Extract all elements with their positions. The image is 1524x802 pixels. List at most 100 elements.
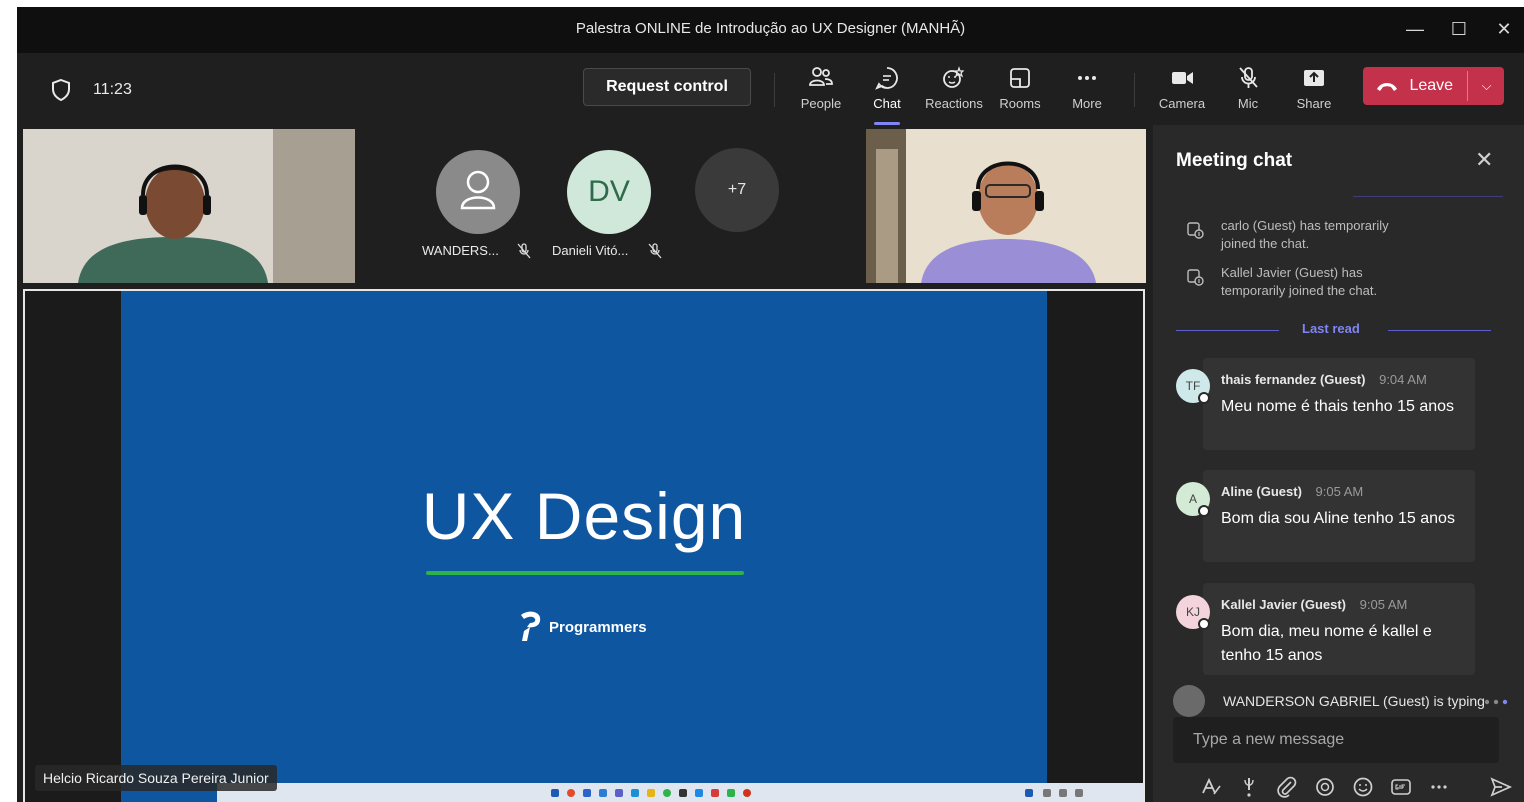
tray-icon <box>1025 789 1033 797</box>
person-icon <box>460 170 496 210</box>
mic-muted-icon <box>517 243 531 259</box>
taskbar-app-icon <box>599 789 607 797</box>
meeting-timer: 11:23 <box>93 81 132 98</box>
request-control-button[interactable]: Request control <box>583 68 751 106</box>
close-chat-icon[interactable]: ✕ <box>1475 147 1493 173</box>
participant-video <box>866 129 1146 283</box>
presence-indicator <box>1198 618 1210 630</box>
typing-indicator: WANDERSON GABRIEL (Guest) is typing <box>1173 685 1513 717</box>
send-icon[interactable] <box>1489 775 1513 799</box>
brand-name: Programmers <box>549 619 647 636</box>
chat-message[interactable]: Aline (Guest) 9:05 AM Bom dia sou Aline … <box>1203 470 1475 562</box>
taskbar-app-icon <box>615 789 623 797</box>
mic-muted-icon <box>1239 67 1258 88</box>
chat-joined-icon <box>1187 269 1204 286</box>
avatar-initials: TF <box>1185 379 1201 393</box>
close-icon[interactable]: ✕ <box>1490 16 1518 42</box>
mic-label: Mic <box>1237 96 1259 111</box>
chevron-down-icon[interactable]: ⌵ <box>1469 67 1504 105</box>
slide-divider <box>426 571 744 575</box>
title-bar: Palestra ONLINE de Introdução ao UX Desi… <box>17 7 1524 53</box>
taskbar-app-icon <box>663 789 671 797</box>
presenter-name: Helcio Ricardo Souza Pereira Junior <box>35 765 277 791</box>
message-time: 9:05 AM <box>1315 484 1364 499</box>
message-header: Aline (Guest) 9:05 AM <box>1221 484 1363 499</box>
avatar[interactable]: A <box>1176 482 1210 517</box>
participant-name: Danieli Vitó... <box>552 243 629 258</box>
last-read-divider: Last read <box>1176 321 1491 339</box>
format-icon[interactable] <box>1199 775 1223 799</box>
avatar-initials: KJ <box>1185 605 1200 619</box>
avatar <box>1173 685 1205 717</box>
chat-joined-icon <box>1187 222 1204 239</box>
rooms-icon <box>1010 68 1030 88</box>
loop-icon[interactable] <box>1313 775 1337 799</box>
chat-message[interactable]: thais fernandez (Guest) 9:04 AM Meu nome… <box>1203 358 1475 450</box>
chat-message[interactable]: Kallel Javier (Guest) 9:05 AM Bom dia, m… <box>1203 583 1475 675</box>
last-read-label: Last read <box>1302 321 1360 336</box>
more-icon <box>1078 76 1096 80</box>
leave-main[interactable]: Leave <box>1375 67 1471 105</box>
chat-button[interactable]: Chat <box>852 65 922 125</box>
share-button[interactable]: Share <box>1279 65 1349 121</box>
maximize-icon[interactable]: ☐ <box>1445 16 1473 42</box>
message-text: Meu nome é thais tenho 15 anos <box>1221 398 1455 415</box>
leave-label: Leave <box>1409 77 1454 94</box>
teams-window: Palestra ONLINE de Introdução ao UX Desi… <box>17 7 1524 802</box>
rooms-label: Rooms <box>999 96 1041 111</box>
rooms-button[interactable]: Rooms <box>985 65 1055 121</box>
people-button[interactable]: People <box>786 65 856 121</box>
leave-divider <box>1467 71 1468 101</box>
shield-icon[interactable] <box>50 78 72 102</box>
message-author: Kallel Javier (Guest) <box>1221 597 1346 612</box>
toolbar-divider <box>774 73 775 107</box>
more-label: More <box>1072 96 1102 111</box>
leave-button[interactable]: Leave ⌵ <box>1363 67 1504 105</box>
camera-button[interactable]: Camera <box>1147 65 1217 121</box>
share-icon <box>1304 70 1324 86</box>
more-options-icon[interactable] <box>1427 775 1451 799</box>
taskbar-app-icon <box>743 789 751 797</box>
divider-line <box>1176 330 1279 331</box>
participant-video-tile[interactable] <box>866 129 1146 283</box>
participant-initials-avatar[interactable]: DV <box>567 150 651 234</box>
priority-icon[interactable] <box>1237 775 1261 799</box>
participant-video <box>23 129 355 283</box>
participant-name: WANDERS... <box>422 243 499 258</box>
message-time: 9:05 AM <box>1359 597 1408 612</box>
chat-title: Meeting chat <box>1176 150 1293 171</box>
chat-icon <box>875 67 898 90</box>
taskbar-app-icon <box>583 789 591 797</box>
more-button[interactable]: More <box>1052 65 1122 121</box>
participant-video-tile[interactable] <box>23 129 355 283</box>
message-header: Kallel Javier (Guest) 9:05 AM <box>1221 597 1407 612</box>
presence-indicator <box>1198 392 1210 404</box>
taskbar-app-icon <box>647 789 655 797</box>
participant-avatar[interactable] <box>436 150 520 234</box>
avatar[interactable]: KJ <box>1176 595 1210 630</box>
taskbar-app-icon <box>695 789 703 797</box>
message-author: Aline (Guest) <box>1221 484 1302 499</box>
more-participants-button[interactable]: +7 <box>695 148 779 232</box>
minimize-icon[interactable]: — <box>1401 16 1429 42</box>
divider-line <box>1388 330 1491 331</box>
gif-icon[interactable] <box>1389 775 1413 799</box>
taskbar-app-icon <box>711 789 719 797</box>
message-input[interactable] <box>1173 717 1499 763</box>
message-header: thais fernandez (Guest) 9:04 AM <box>1221 372 1427 387</box>
shared-taskbar <box>217 783 1143 802</box>
people-label: People <box>800 96 842 111</box>
avatar-initials: A <box>1188 492 1197 506</box>
emoji-icon[interactable] <box>1351 775 1375 799</box>
camera-label: Camera <box>1158 96 1206 111</box>
camera-icon <box>1172 72 1193 84</box>
compose-box[interactable] <box>1173 717 1499 763</box>
chat-label: Chat <box>873 96 901 111</box>
mic-button[interactable]: Mic <box>1213 65 1283 121</box>
reactions-icon <box>943 66 965 88</box>
system-message: Kallel Javier (Guest) has temporarily jo… <box>1221 265 1378 298</box>
attach-icon[interactable] <box>1275 775 1299 799</box>
reactions-button[interactable]: Reactions <box>919 65 989 121</box>
avatar[interactable]: TF <box>1176 369 1210 404</box>
toolbar-divider <box>1134 73 1135 107</box>
